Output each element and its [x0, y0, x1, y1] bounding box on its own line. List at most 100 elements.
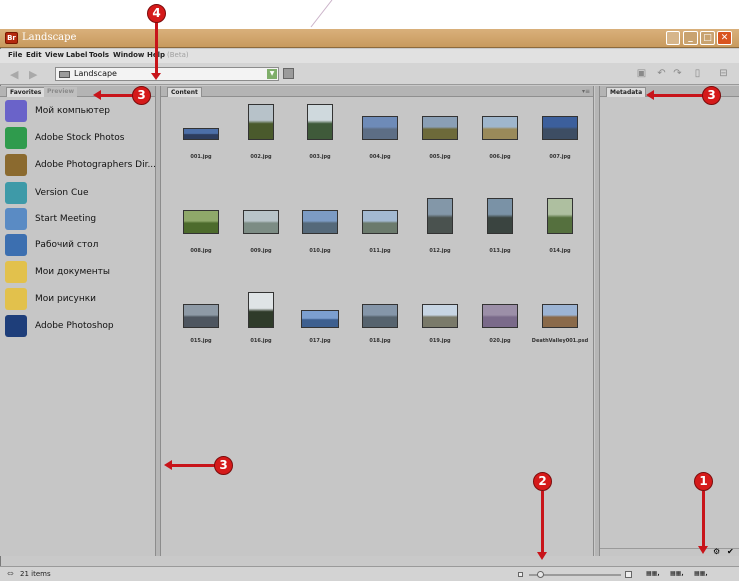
- callout-3a-arrow-head: [93, 90, 101, 100]
- thumbnail[interactable]: [542, 116, 578, 140]
- favorite-item[interactable]: Start Meeting: [5, 208, 155, 232]
- favorite-label: Рабочий стол: [35, 240, 99, 250]
- favorite-label: Мой компьютер: [35, 106, 110, 116]
- status-icon: ⇔: [7, 569, 14, 578]
- metadata-settings-icon[interactable]: ⚙: [713, 547, 720, 556]
- zoom-out-icon[interactable]: [518, 572, 523, 577]
- menu-file[interactable]: File: [8, 51, 22, 59]
- tab-preview[interactable]: Preview: [44, 87, 78, 97]
- thumbnail[interactable]: [183, 210, 219, 234]
- favorite-item[interactable]: Adobe Stock Photos: [5, 127, 155, 151]
- callout-2-arrow-head: [537, 552, 547, 560]
- thumbnail[interactable]: [248, 292, 274, 328]
- toolbar: ◀ ▶ Landscape ▼ ▣ ↶ ↷ ▯ ⊟: [0, 63, 739, 85]
- thumbnail[interactable]: [482, 116, 518, 140]
- tripod-icon: [5, 154, 27, 176]
- content-tab-row: Content ▾≡: [161, 86, 593, 97]
- callout-2: 2: [533, 472, 552, 491]
- go-up-icon[interactable]: [283, 68, 294, 79]
- view-thumbnails-button[interactable]: ▦▦,: [646, 570, 660, 579]
- tab-metadata[interactable]: Metadata: [606, 87, 647, 97]
- favorite-item[interactable]: Version Cue: [5, 182, 155, 206]
- rotate-left-icon[interactable]: ↶: [656, 68, 667, 79]
- favorite-item[interactable]: Мой компьютер: [5, 100, 155, 124]
- favorites-panel: Favorites Preview Мой компьютер Adobe Sto…: [0, 86, 156, 556]
- thumbnail[interactable]: [183, 128, 219, 140]
- favorite-item[interactable]: Adobe Photographers Dir...: [5, 154, 156, 178]
- forward-arrow-icon[interactable]: ▶: [29, 68, 37, 81]
- thumbnail[interactable]: [243, 210, 279, 234]
- content-panel: Content ▾≡ 001.jpg 002.jpg 003.jpg 004.jpg 0…: [160, 86, 594, 556]
- thumbnail-label: 010.jpg: [309, 248, 331, 254]
- back-arrow-icon[interactable]: ◀: [10, 68, 18, 81]
- view-filmstrip-button[interactable]: ▦▦,: [670, 570, 684, 579]
- rotate-right-icon[interactable]: ↷: [672, 68, 683, 79]
- thumbnail[interactable]: [307, 104, 333, 140]
- title-bar[interactable]: Br Landscape _ □ ✕: [0, 29, 739, 48]
- new-folder-icon[interactable]: ▣: [636, 68, 647, 79]
- thumbnail-label: 015.jpg: [190, 338, 212, 344]
- path-dropdown[interactable]: Landscape ▼: [55, 67, 279, 81]
- status-bar: ⇔ 21 items ▦▦, ▦▦, ▦▦,: [0, 566, 739, 581]
- path-text: Landscape: [74, 69, 117, 78]
- close-button[interactable]: ✕: [717, 31, 732, 45]
- view-details-button[interactable]: ▦▦,: [694, 570, 708, 579]
- zoom-in-icon[interactable]: [625, 571, 632, 578]
- menu-edit[interactable]: Edit: [26, 51, 42, 59]
- tab-content[interactable]: Content: [167, 87, 202, 97]
- thumbnail-label: 007.jpg: [549, 154, 571, 160]
- thumbnail[interactable]: [542, 304, 578, 328]
- thumbnail[interactable]: [183, 304, 219, 328]
- thumbnail[interactable]: [302, 210, 338, 234]
- maximize-button[interactable]: □: [700, 31, 715, 45]
- menu-label[interactable]: Label: [66, 51, 87, 59]
- callout-3c: 3: [214, 456, 233, 475]
- favorite-item[interactable]: Мои документы: [5, 261, 155, 285]
- menu-window[interactable]: Window: [113, 51, 144, 59]
- thumbnail[interactable]: [362, 210, 398, 234]
- thumbnail[interactable]: [362, 304, 398, 328]
- checkmark-icon[interactable]: ✔: [727, 547, 734, 556]
- thumbnail[interactable]: [427, 198, 453, 234]
- thumbnail-label: 001.jpg: [190, 154, 212, 160]
- menu-bar: File Edit View Label Tools Window Help (…: [0, 49, 739, 63]
- pictures-folder-icon: [5, 288, 27, 310]
- thumbnail[interactable]: [362, 116, 398, 140]
- minimize-button[interactable]: _: [683, 31, 698, 45]
- thumbnail[interactable]: [301, 310, 339, 328]
- favorite-label: Мои документы: [35, 267, 111, 277]
- favorite-item[interactable]: Мои рисунки: [5, 288, 155, 312]
- menu-view[interactable]: View: [45, 51, 64, 59]
- thumbnail-label: 004.jpg: [369, 154, 391, 160]
- slider-knob[interactable]: [537, 571, 544, 578]
- thumbnail[interactable]: [482, 304, 518, 328]
- callout-2-arrow-shaft: [541, 491, 544, 553]
- thumbnail[interactable]: [547, 198, 573, 234]
- folder-icon: [59, 71, 70, 78]
- tab-favorites[interactable]: Favorites: [6, 87, 46, 97]
- thumbnail-label: 003.jpg: [309, 154, 331, 160]
- thumbnail[interactable]: [248, 104, 274, 140]
- thumbnail[interactable]: [422, 116, 458, 140]
- thumbnail-label: 006.jpg: [489, 154, 511, 160]
- compact-mode-icon[interactable]: [666, 31, 680, 45]
- favorite-item[interactable]: Adobe Photoshop: [5, 315, 155, 339]
- screenshot-root: Br Landscape _ □ ✕ File Edit View Label …: [0, 0, 739, 581]
- panel-menu-icon[interactable]: ▾≡: [582, 88, 590, 95]
- trash-icon[interactable]: ▯: [692, 68, 703, 79]
- thumbnail[interactable]: [422, 304, 458, 328]
- favorite-label: Мои рисунки: [35, 294, 96, 304]
- callout-1: 1: [694, 472, 713, 491]
- menu-tools[interactable]: Tools: [89, 51, 109, 59]
- switch-mode-icon[interactable]: ⊟: [718, 68, 729, 79]
- callout-3c-arrow-head: [164, 460, 172, 470]
- thumbnail[interactable]: [487, 198, 513, 234]
- callout-3b-arrow-head: [646, 90, 654, 100]
- callout-4-arrow-head: [151, 73, 161, 80]
- callout-1-arrow-head: [698, 546, 708, 554]
- favorite-item[interactable]: Рабочий стол: [5, 234, 155, 258]
- thumbnail-label: 019.jpg: [429, 338, 451, 344]
- thumbnail-label: 008.jpg: [190, 248, 212, 254]
- chevron-down-icon[interactable]: ▼: [267, 69, 277, 79]
- stock-photos-icon: [5, 127, 27, 149]
